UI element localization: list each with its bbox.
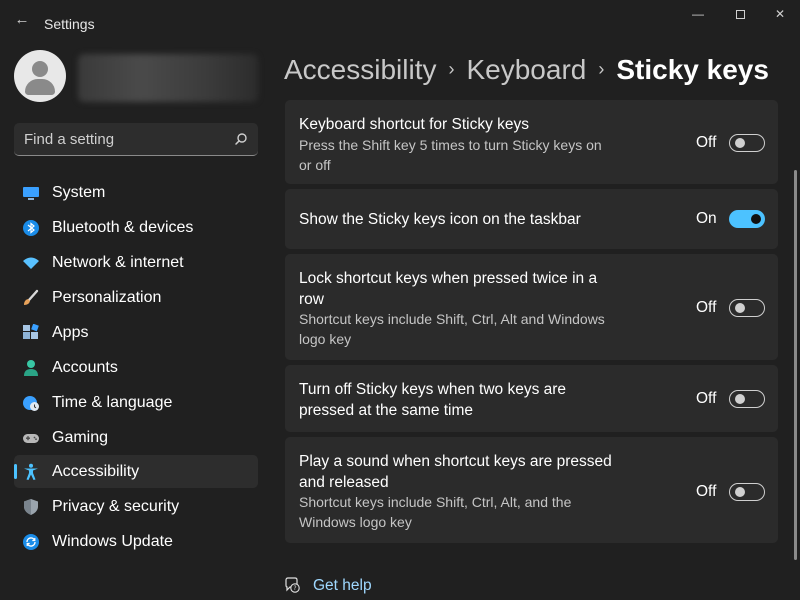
accessibility-icon bbox=[24, 463, 38, 480]
system-icon bbox=[23, 187, 39, 200]
setting-title: Turn off Sticky keys when two keys are p… bbox=[299, 381, 567, 419]
app-title: Settings bbox=[44, 16, 95, 32]
close-button[interactable]: ✕ bbox=[760, 4, 800, 24]
avatar[interactable] bbox=[14, 50, 66, 102]
toggle-state-label: Off bbox=[696, 483, 717, 500]
toggle-knob bbox=[751, 214, 761, 224]
setting-title: Show the Sticky keys icon on the taskbar bbox=[299, 211, 581, 228]
search-icon bbox=[235, 133, 247, 145]
toggle-knob bbox=[735, 487, 745, 497]
update-icon bbox=[23, 534, 39, 550]
breadcrumb-item-accessibility[interactable]: Accessibility bbox=[284, 54, 436, 85]
sidebar-item-network-internet[interactable]: Network & internet bbox=[14, 246, 258, 279]
selected-indicator bbox=[14, 464, 17, 479]
toggle-state-label: Off bbox=[696, 390, 717, 407]
sidebar-item-label: System bbox=[52, 184, 106, 201]
play-sound-toggle[interactable] bbox=[729, 483, 765, 501]
toggle-knob bbox=[735, 138, 745, 148]
minimize-button[interactable]: — bbox=[678, 4, 718, 24]
back-button[interactable]: ← bbox=[12, 10, 32, 30]
sidebar-item-accounts[interactable]: Accounts bbox=[14, 351, 258, 384]
setting-description: Shortcut keys include Shift, Ctrl, Alt a… bbox=[299, 311, 605, 347]
setting-card-taskbar-icon: Show the Sticky keys icon on the taskbar… bbox=[285, 189, 778, 249]
breadcrumb-item-keyboard[interactable]: Keyboard bbox=[466, 54, 586, 85]
sidebar-item-label: Privacy & security bbox=[52, 498, 180, 515]
sidebar-item-label: Personalization bbox=[52, 289, 162, 306]
sidebar-item-privacy-security[interactable]: Privacy & security bbox=[14, 490, 258, 523]
page-title: Sticky keys bbox=[616, 54, 769, 85]
sidebar-item-label: Accounts bbox=[52, 359, 118, 376]
apps-icon bbox=[23, 324, 39, 339]
search-input[interactable]: Find a setting bbox=[24, 131, 114, 148]
sidebar-item-label: Bluetooth & devices bbox=[52, 219, 194, 236]
gamepad-icon bbox=[23, 434, 39, 443]
breadcrumb: Accessibility › Keyboard › Sticky keys bbox=[284, 50, 769, 90]
setting-description: Press the Shift key 5 times to turn Stic… bbox=[299, 137, 602, 173]
toggle-state-label: Off bbox=[696, 299, 717, 316]
toggle-knob bbox=[735, 394, 745, 404]
shield-icon bbox=[24, 499, 38, 515]
setting-description: Shortcut keys include Shift, Ctrl, Alt, … bbox=[299, 494, 572, 530]
bluetooth-icon bbox=[23, 220, 39, 236]
sidebar-item-label: Gaming bbox=[52, 429, 109, 446]
sidebar-item-label: Apps bbox=[52, 324, 89, 341]
avatar-head bbox=[32, 61, 48, 77]
title-bar: ← Settings — ✕ bbox=[0, 0, 800, 40]
setting-card-lock-shortcut-keys: Lock shortcut keys when pressed twice in… bbox=[285, 254, 778, 360]
setting-title: Lock shortcut keys when pressed twice in… bbox=[299, 270, 598, 308]
sidebar-item-label: Windows Update bbox=[52, 533, 173, 550]
maximize-icon bbox=[735, 10, 745, 20]
svg-text:?: ? bbox=[293, 585, 296, 592]
sidebar-item-windows-update[interactable]: Windows Update bbox=[14, 525, 258, 558]
lock-shortcut-keys-toggle[interactable] bbox=[729, 299, 765, 317]
keyboard-shortcut-toggle[interactable] bbox=[729, 134, 765, 152]
sidebar-item-label: Time & language bbox=[52, 394, 173, 411]
setting-card-play-sound: Play a sound when shortcut keys are pres… bbox=[285, 437, 778, 543]
globe-clock-icon bbox=[23, 396, 39, 411]
sidebar-item-system[interactable]: System bbox=[14, 176, 258, 209]
sidebar-item-personalization[interactable]: Personalization bbox=[14, 281, 258, 314]
sidebar-item-label: Network & internet bbox=[52, 254, 184, 271]
profile-info-redacted bbox=[78, 54, 258, 102]
sidebar-item-bluetooth-devices[interactable]: Bluetooth & devices bbox=[14, 211, 258, 244]
sidebar-item-label: Accessibility bbox=[52, 463, 140, 480]
setting-card-keyboard-shortcut: Keyboard shortcut for Sticky keys Press … bbox=[285, 100, 778, 184]
toggle-knob bbox=[735, 303, 745, 313]
toggle-state-label: Off bbox=[696, 134, 717, 151]
setting-card-turn-off-two-keys: Turn off Sticky keys when two keys are p… bbox=[285, 365, 778, 432]
avatar-shoulders bbox=[25, 79, 55, 95]
sidebar-item-gaming[interactable]: Gaming bbox=[14, 421, 258, 454]
setting-title: Play a sound when shortcut keys are pres… bbox=[299, 453, 612, 491]
sidebar-item-time-language[interactable]: Time & language bbox=[14, 386, 258, 419]
setting-title: Keyboard shortcut for Sticky keys bbox=[299, 116, 530, 133]
search-box[interactable]: Find a setting bbox=[14, 123, 258, 156]
maximize-button[interactable] bbox=[720, 4, 760, 24]
help-chat-icon: ? bbox=[285, 577, 300, 593]
breadcrumb-chevron-icon: › bbox=[598, 59, 605, 79]
accounts-icon bbox=[24, 360, 38, 376]
toggle-state-label: On bbox=[696, 210, 717, 227]
brush-icon bbox=[24, 289, 39, 305]
scrollbar[interactable] bbox=[794, 170, 797, 560]
turn-off-two-keys-toggle[interactable] bbox=[729, 390, 765, 408]
sidebar-item-accessibility[interactable]: Accessibility bbox=[14, 455, 258, 488]
get-help-label: Get help bbox=[313, 577, 372, 594]
taskbar-icon-toggle[interactable] bbox=[729, 210, 765, 228]
breadcrumb-chevron-icon: › bbox=[448, 59, 455, 79]
wifi-icon bbox=[23, 257, 39, 269]
sidebar-item-apps[interactable]: Apps bbox=[14, 316, 258, 349]
